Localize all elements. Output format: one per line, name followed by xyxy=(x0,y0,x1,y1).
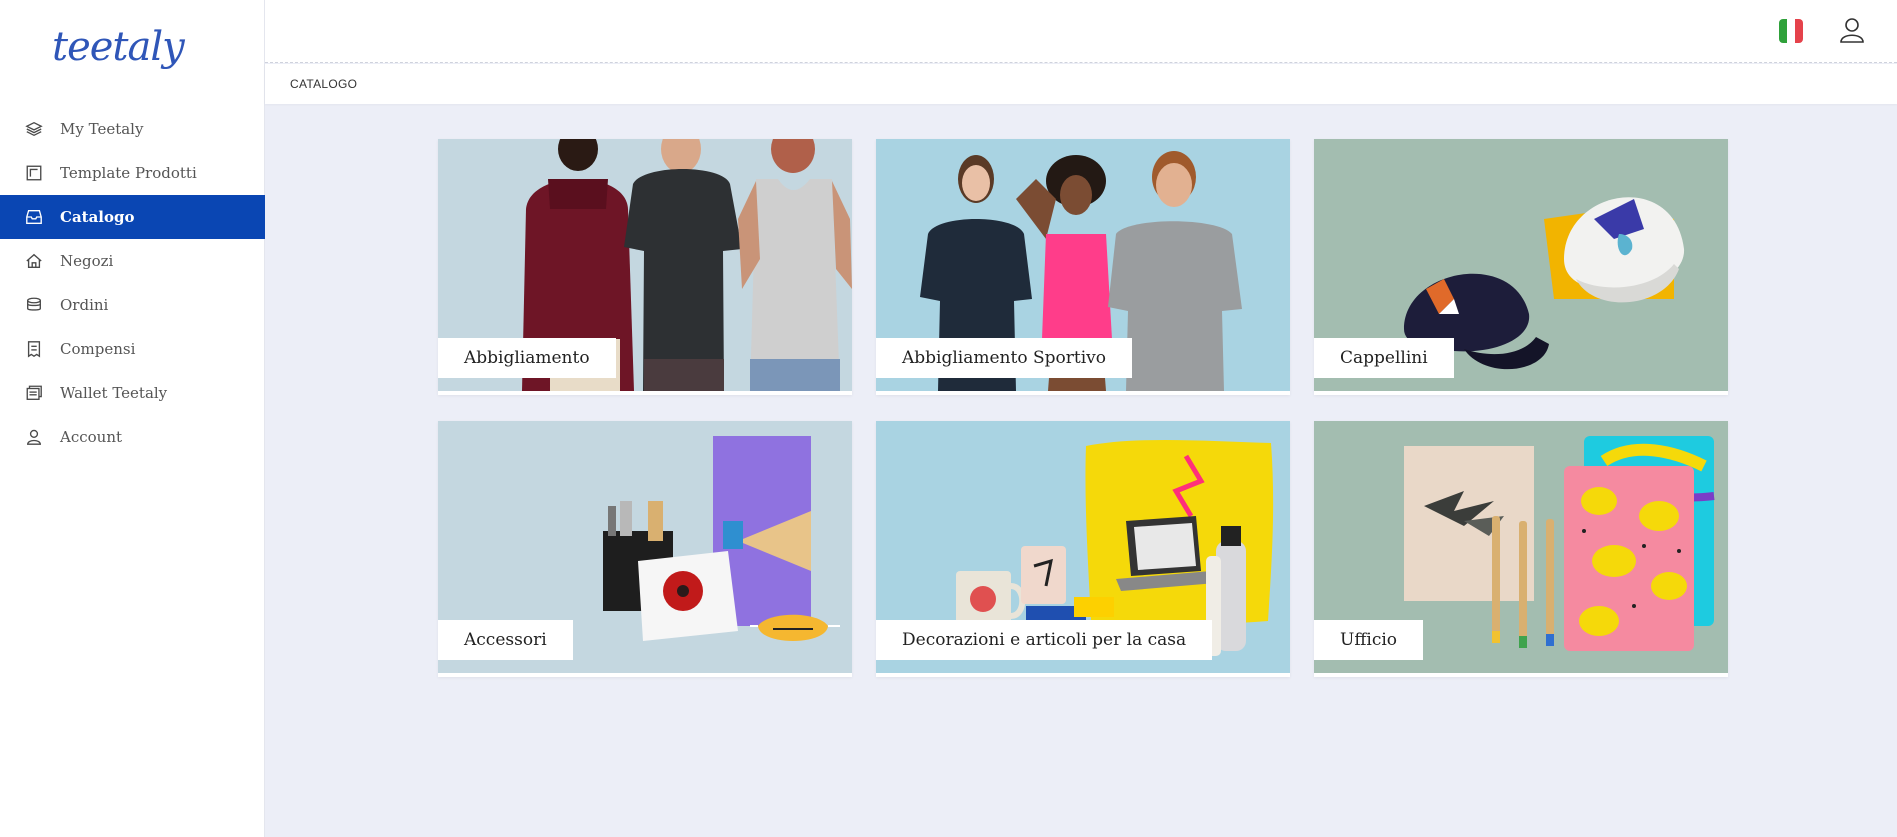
top-bar xyxy=(265,0,1897,63)
user-menu-icon[interactable] xyxy=(1837,15,1867,45)
layers-icon xyxy=(24,119,44,139)
catalog-grid: Abbigliamento Abbigliamento Sportivo Cap… xyxy=(438,139,1730,677)
logo[interactable]: teetaly xyxy=(52,24,185,70)
category-label: Abbigliamento xyxy=(438,338,616,378)
sidebar-item-label: My Teetaly xyxy=(60,120,144,138)
breadcrumb-bar: CATALOGO xyxy=(265,64,1897,104)
sidebar-item-my-teetaly[interactable]: My Teetaly xyxy=(0,107,265,151)
template-icon xyxy=(24,163,44,183)
category-label: Decorazioni e articoli per la casa xyxy=(876,620,1213,660)
receipt-icon xyxy=(24,339,44,359)
category-card-cappellini[interactable]: Cappellini xyxy=(1314,139,1728,395)
home-icon xyxy=(24,251,44,271)
category-card-accessori[interactable]: Accessori xyxy=(438,421,852,677)
category-label: Abbigliamento Sportivo xyxy=(876,338,1132,378)
sidebar-item-compensi[interactable]: Compensi xyxy=(0,327,265,371)
sidebar-item-label: Catalogo xyxy=(60,208,135,226)
user-icon xyxy=(24,427,44,447)
category-card-abbigliamento-sportivo[interactable]: Abbigliamento Sportivo xyxy=(876,139,1290,395)
sidebar-item-ordini[interactable]: Ordini xyxy=(0,283,265,327)
sidebar-item-label: Template Prodotti xyxy=(60,164,197,182)
sidebar-item-template-prodotti[interactable]: Template Prodotti xyxy=(0,151,265,195)
sidebar-item-account[interactable]: Account xyxy=(0,415,265,459)
sidebar-item-wallet-teetaly[interactable]: Wallet Teetaly xyxy=(0,371,265,415)
category-label: Ufficio xyxy=(1314,620,1424,660)
italy-flag-icon[interactable] xyxy=(1779,19,1803,43)
category-label: Accessori xyxy=(438,620,573,660)
sidebar-item-negozi[interactable]: Negozi xyxy=(0,239,265,283)
sidebar-nav: My Teetaly Template Prodotti Catalogo Ne… xyxy=(0,107,265,459)
breadcrumb: CATALOGO xyxy=(290,77,358,91)
wallet-icon xyxy=(24,383,44,403)
sidebar-item-catalogo[interactable]: Catalogo xyxy=(0,195,265,239)
category-label: Cappellini xyxy=(1314,338,1454,378)
sidebar-item-label: Account xyxy=(60,428,123,446)
stack-icon xyxy=(24,295,44,315)
inbox-icon xyxy=(24,207,44,227)
sidebar-item-label: Compensi xyxy=(60,340,136,358)
category-card-ufficio[interactable]: Ufficio xyxy=(1314,421,1728,677)
sidebar-item-label: Negozi xyxy=(60,252,114,270)
sidebar-item-label: Ordini xyxy=(60,296,109,314)
category-card-abbigliamento[interactable]: Abbigliamento xyxy=(438,139,852,395)
sidebar-item-label: Wallet Teetaly xyxy=(60,384,168,402)
category-card-decorazioni[interactable]: Decorazioni e articoli per la casa xyxy=(876,421,1290,677)
sidebar: teetaly My Teetaly Template Prodotti Cat… xyxy=(0,0,265,837)
